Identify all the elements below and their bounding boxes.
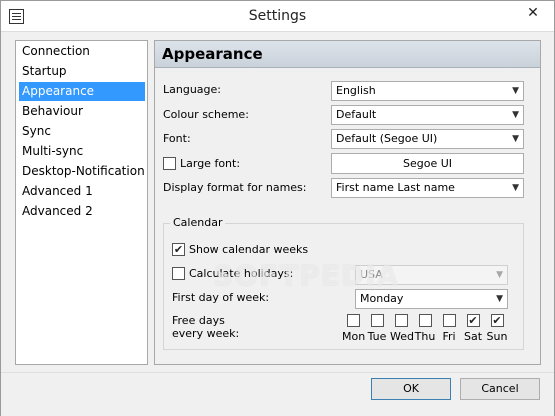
large-font-label: Large font: bbox=[180, 157, 241, 170]
nav-item-connection[interactable]: Connection bbox=[19, 42, 145, 61]
free-day-sun-label: Sun bbox=[486, 330, 508, 343]
first-day-label: First day of week: bbox=[172, 291, 270, 304]
colour-scheme-label: Colour scheme: bbox=[163, 108, 249, 121]
colour-scheme-value: Default bbox=[336, 108, 377, 121]
font-label: Font: bbox=[163, 132, 191, 145]
settings-category-list[interactable]: Connection Startup Appearance Behaviour … bbox=[15, 40, 148, 365]
holidays-country-select[interactable]: USA ▼ bbox=[355, 265, 508, 285]
name-format-select[interactable]: First name Last name ▼ bbox=[331, 178, 524, 198]
free-day-wed-label: Wed bbox=[390, 330, 414, 343]
free-day-tue-checkbox[interactable] bbox=[370, 314, 384, 327]
language-value: English bbox=[336, 84, 376, 97]
holidays-country-value: USA bbox=[360, 268, 383, 281]
free-day-sun: ✔ Sun bbox=[486, 314, 508, 343]
free-day-fri-checkbox[interactable] bbox=[442, 314, 456, 327]
free-day-mon-label: Mon bbox=[342, 330, 366, 343]
free-days-label-line2: every week: bbox=[172, 327, 240, 340]
ok-button[interactable]: OK bbox=[371, 378, 451, 400]
close-button[interactable]: ✕ bbox=[518, 3, 548, 23]
free-day-wed-checkbox[interactable] bbox=[394, 314, 408, 327]
nav-item-sync[interactable]: Sync bbox=[19, 122, 145, 141]
name-format-label: Display format for names: bbox=[163, 181, 307, 194]
nav-item-behaviour[interactable]: Behaviour bbox=[19, 102, 145, 121]
free-day-fri-label: Fri bbox=[442, 330, 456, 343]
language-label: Language: bbox=[163, 83, 221, 96]
large-font-checkbox[interactable] bbox=[163, 157, 176, 170]
colour-scheme-select[interactable]: Default ▼ bbox=[331, 105, 524, 125]
chevron-down-icon: ▼ bbox=[512, 134, 519, 144]
show-weeks-label: Show calendar weeks bbox=[189, 243, 309, 256]
free-day-thu: Thu bbox=[414, 314, 436, 343]
holidays-checkbox[interactable] bbox=[172, 267, 185, 280]
free-day-thu-label: Thu bbox=[414, 330, 436, 343]
first-day-value: Monday bbox=[360, 292, 404, 305]
free-day-sun-checkbox[interactable]: ✔ bbox=[490, 314, 504, 327]
choose-font-button[interactable]: Segoe UI bbox=[331, 153, 524, 174]
first-day-select[interactable]: Monday ▼ bbox=[355, 289, 508, 309]
chevron-down-icon: ▼ bbox=[496, 294, 503, 304]
free-day-wed: Wed bbox=[390, 314, 414, 343]
font-select[interactable]: Default (Segoe UI) ▼ bbox=[331, 129, 524, 149]
chevron-down-icon: ▼ bbox=[496, 270, 503, 280]
chevron-down-icon: ▼ bbox=[512, 183, 519, 193]
free-day-tue-label: Tue bbox=[367, 330, 387, 343]
free-day-sat-checkbox[interactable]: ✔ bbox=[466, 314, 480, 327]
appearance-panel: Appearance Language: English ▼ Colour sc… bbox=[154, 40, 541, 365]
panel-header: Appearance bbox=[155, 41, 540, 68]
nav-item-multi-sync[interactable]: Multi-sync bbox=[19, 142, 145, 161]
free-days-label-line1: Free days bbox=[172, 314, 225, 327]
language-select[interactable]: English ▼ bbox=[331, 81, 524, 101]
font-value: Default (Segoe UI) bbox=[336, 132, 438, 145]
nav-item-advanced-1[interactable]: Advanced 1 bbox=[19, 182, 145, 201]
dialog-button-bar: OK Cancel bbox=[1, 372, 554, 416]
free-day-mon-checkbox[interactable] bbox=[346, 314, 360, 327]
free-day-thu-checkbox[interactable] bbox=[418, 314, 432, 327]
chevron-down-icon: ▼ bbox=[512, 110, 519, 120]
nav-item-startup[interactable]: Startup bbox=[19, 62, 145, 81]
free-day-tue: Tue bbox=[366, 314, 388, 343]
nav-item-appearance[interactable]: Appearance bbox=[19, 82, 145, 101]
calendar-group-title: Calendar bbox=[170, 216, 226, 229]
panel-title: Appearance bbox=[162, 45, 263, 63]
free-day-mon: Mon bbox=[342, 314, 366, 343]
chevron-down-icon: ▼ bbox=[512, 86, 519, 96]
free-day-sat-label: Sat bbox=[463, 330, 483, 343]
show-weeks-checkbox[interactable]: ✔ bbox=[172, 243, 185, 256]
title-bar: Settings ✕ bbox=[1, 1, 554, 32]
nav-item-advanced-2[interactable]: Advanced 2 bbox=[19, 202, 145, 221]
window-title: Settings bbox=[248, 8, 307, 24]
nav-item-desktop-notification[interactable]: Desktop-Notification bbox=[19, 162, 145, 181]
free-day-fri: Fri bbox=[438, 314, 460, 343]
cancel-button[interactable]: Cancel bbox=[460, 378, 540, 400]
holidays-label: Calculate holidays: bbox=[189, 267, 294, 280]
free-day-sat: ✔ Sat bbox=[462, 314, 484, 343]
name-format-value: First name Last name bbox=[336, 181, 455, 194]
settings-window: Settings ✕ Connection Startup Appearance… bbox=[0, 0, 555, 416]
